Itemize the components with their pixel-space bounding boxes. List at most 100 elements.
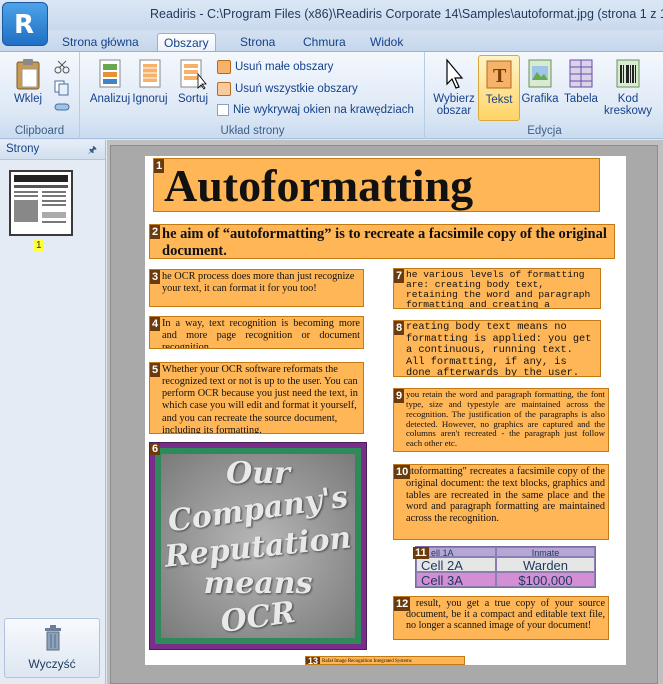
zone-number: 4: [150, 317, 161, 331]
zone-text: you retain the word and paragraph format…: [406, 389, 605, 449]
graphic-area-label: Grafika: [521, 93, 559, 105]
zone-number: 9: [394, 389, 405, 403]
zone-13[interactable]: 13 Rafał Image Recognition Integrated Sy…: [305, 656, 465, 665]
table-cell: Cell 3A: [416, 572, 496, 587]
sort-label: Sortuj: [177, 93, 209, 105]
sort-button[interactable]: Sortuj: [173, 58, 213, 105]
window-title: Readiris - C:\Program Files (x86)\Readir…: [150, 7, 663, 21]
arrow-cursor-icon: [439, 58, 469, 90]
zone-6-image[interactable]: 6 Our Company's Reputation means OCR: [149, 442, 367, 650]
copy-icon[interactable]: [54, 80, 70, 99]
text-area-button[interactable]: T Tekst: [478, 55, 520, 121]
remove-all-areas-icon: [217, 82, 231, 96]
image-frame: Our Company's Reputation means OCR: [155, 448, 361, 644]
zone-text: Rafał Image Recognition Integrated Syste…: [322, 659, 412, 664]
barcode-area-button[interactable]: Kod kreskowy: [602, 58, 654, 117]
table-area-label: Tabela: [564, 93, 598, 105]
table-cell: $100,000: [496, 572, 595, 587]
pages-pane-title: Strony: [6, 143, 40, 155]
text-zone-icon: T: [484, 59, 514, 91]
zone-2[interactable]: 2 he aim of “autoformatting” is to recre…: [149, 224, 615, 259]
page-layout-group: Analizuj Ignoruj Sortuj Usuń małe obszar…: [81, 52, 425, 139]
edit-group: Wybierz obszar T Tekst Grafika Tabela Ko…: [426, 52, 663, 139]
remove-small-areas-icon: [217, 60, 231, 74]
zone-4[interactable]: 4 In a way, text recognition is becoming…: [149, 316, 364, 349]
zone-number: 7: [394, 269, 405, 283]
tab-page[interactable]: Strona: [234, 33, 281, 52]
zone-7[interactable]: 7 he various levels of formatting are: c…: [393, 268, 601, 309]
clipboard-group: Wklej Clipboard: [0, 52, 80, 139]
no-edge-detect-option[interactable]: Nie wykrywaj okien na krawędziach: [217, 104, 414, 116]
zone-8[interactable]: 8 reating body text means no formatting …: [393, 320, 601, 377]
zone-text: In a way, text recognition is becoming m…: [162, 318, 360, 349]
no-edge-detect-checkbox[interactable]: [217, 104, 229, 116]
sort-icon: [178, 58, 208, 90]
clear-button-label: Wyczyść: [28, 657, 76, 671]
zone-text: he aim of “autoformatting” is to recreat…: [162, 226, 607, 259]
zone-10[interactable]: 10 utoformatting" recreates a facsimile …: [393, 464, 609, 540]
remove-all-areas-button[interactable]: Usuń wszystkie obszary: [217, 82, 358, 96]
pages-pane-header: Strony 🖈: [0, 140, 105, 160]
canvas-viewport: 1 Autoformatting 2 he aim of “autoformat…: [110, 145, 658, 684]
page-layout-group-label: Układ strony: [220, 125, 285, 137]
zone-11-table[interactable]: 11 ell 1A Inmate Cell 2A Warden Cell 3A …: [413, 546, 596, 588]
zone-5[interactable]: 5 Whether your OCR software reformats th…: [149, 362, 364, 434]
select-area-button[interactable]: Wybierz obszar: [428, 58, 480, 117]
trash-icon: [44, 625, 62, 651]
ignore-label: Ignoruj: [132, 93, 168, 105]
page-thumbnail[interactable]: [9, 170, 73, 236]
barcode-area-label: Kod kreskowy: [604, 93, 652, 117]
zone-number: 3: [150, 270, 161, 284]
no-edge-detect-label: Nie wykrywaj okien na krawędziach: [233, 104, 414, 116]
tab-view[interactable]: Widok: [364, 33, 409, 52]
tab-cloud[interactable]: Chmura: [297, 33, 352, 52]
tab-home[interactable]: Strona główna: [56, 33, 145, 52]
zone-1[interactable]: 1 Autoformatting: [153, 158, 600, 212]
zone-number: 6: [150, 443, 161, 455]
table-row: Cell 2A Warden: [416, 557, 595, 572]
paste-button[interactable]: Wklej: [10, 58, 46, 105]
zone-text: Autoformatting: [164, 160, 474, 211]
remove-all-areas-label: Usuń wszystkie obszary: [235, 83, 358, 95]
zone-9[interactable]: 9 you retain the word and paragraph form…: [393, 388, 609, 452]
company-reputation-photo: Our Company's Reputation means OCR: [161, 454, 355, 640]
document-canvas[interactable]: 1 Autoformatting 2 he aim of “autoformat…: [107, 140, 663, 684]
graphic-area-button[interactable]: Grafika: [520, 58, 560, 105]
tab-areas[interactable]: Obszary: [157, 33, 216, 52]
clear-button[interactable]: Wyczyść: [4, 618, 100, 678]
cut-icon[interactable]: [54, 60, 70, 77]
zone-3[interactable]: 3 he OCR process does more than just rec…: [149, 269, 364, 307]
table-cell: Cell 2A: [416, 557, 496, 572]
remove-small-areas-button[interactable]: Usuń małe obszary: [217, 60, 333, 74]
zone-text: he various levels of formatting are: cre…: [406, 269, 591, 309]
barcode-icon: [613, 58, 643, 90]
table-area-button[interactable]: Tabela: [562, 58, 600, 105]
zone-number: 1: [154, 159, 165, 173]
table-cell: Inmate: [496, 547, 595, 557]
zone-text: utoformatting" recreates a facsimile cop…: [406, 466, 605, 525]
clipboard-icon: [13, 58, 43, 90]
format-painter-icon[interactable]: [54, 100, 70, 117]
pin-icon[interactable]: 🖈: [88, 143, 97, 160]
analyze-icon: [95, 58, 125, 90]
app-menu-button[interactable]: R: [2, 2, 48, 46]
table-zone-icon: [566, 58, 596, 90]
zone-number: 11: [413, 547, 429, 559]
zone-text: Whether your OCR software reformats the …: [162, 364, 358, 434]
svg-text:T: T: [493, 65, 507, 87]
paste-label: Wklej: [13, 93, 43, 105]
zone-number: 2: [150, 225, 161, 239]
page-number-badge: 1: [34, 240, 44, 251]
graphic-zone-icon: [525, 58, 555, 90]
ignore-button[interactable]: Ignoruj: [129, 58, 171, 105]
ribbon-tabs: Strona główna Obszary Strona Chmura Wido…: [0, 30, 663, 52]
ribbon: Wklej Clipboard Analizuj Ignoruj Sortuj …: [0, 51, 663, 139]
table-row: ell 1A Inmate: [416, 547, 595, 557]
clipboard-group-label: Clipboard: [14, 125, 65, 137]
ignore-icon: [135, 58, 165, 90]
zone-text: a result, you get a true copy of your so…: [406, 598, 605, 632]
select-area-label: Wybierz obszar: [433, 93, 475, 117]
analyze-button[interactable]: Analizuj: [85, 58, 135, 105]
zone-12[interactable]: 12 a result, you get a true copy of your…: [393, 596, 609, 640]
document-page[interactable]: 1 Autoformatting 2 he aim of “autoformat…: [145, 156, 626, 665]
